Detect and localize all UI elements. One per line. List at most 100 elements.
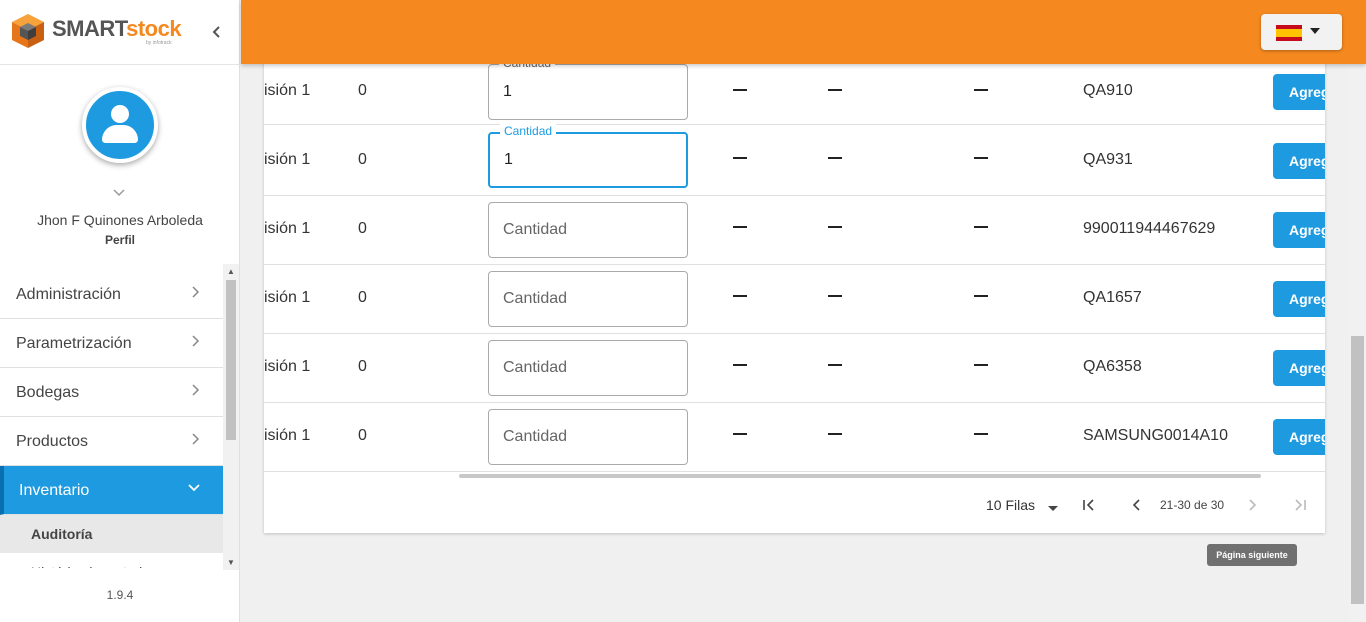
quantity-label: Cantidad <box>500 124 557 138</box>
empty-dash <box>733 433 747 435</box>
page-range: 21-30 de 30 <box>1160 498 1225 512</box>
table-row: isión 1 0 Cantidad 1 QA910 Agregar <box>264 56 1325 125</box>
empty-dash <box>733 226 747 228</box>
quantity-input[interactable]: Cantidad <box>488 271 688 327</box>
chevron-left-icon <box>212 26 220 38</box>
quantity-input[interactable]: Cantidad 1 <box>488 124 688 188</box>
table-row: isión 1 0 Cantidad QA6358 Agregar <box>264 334 1325 403</box>
cell-stock: 0 <box>358 220 367 237</box>
sidebar-scrollbar[interactable]: ▲ ▼ <box>223 264 239 570</box>
empty-dash <box>974 157 988 159</box>
cell-serial: QA931 <box>1083 151 1133 168</box>
chevron-right-icon <box>191 319 201 368</box>
scrollbar-thumb[interactable] <box>1351 336 1364 604</box>
table-row: isión 1 0 Cantidad SAMSUNG0014A10 Agrega… <box>264 403 1325 472</box>
user-icon-head <box>111 105 129 123</box>
table-row: isión 1 0 Cantidad QA1657 Agregar <box>264 265 1325 334</box>
sidebar-item-label: Inventario <box>19 482 90 499</box>
quantity-value: 1 <box>503 83 512 100</box>
sidebar-item-label: Productos <box>16 433 89 450</box>
add-button[interactable]: Agregar <box>1273 419 1325 455</box>
sidebar-item-label: Bodegas <box>16 384 80 401</box>
cell-serial: QA6358 <box>1083 358 1142 375</box>
table-pagination: 10 Filas 21-30 de 30 <box>264 478 1325 533</box>
chevron-right-icon <box>191 417 201 466</box>
avatar[interactable] <box>82 87 158 163</box>
rows-per-page-select[interactable]: 10 Filas <box>986 497 1035 513</box>
sidebar-item-bodegas[interactable]: Bodegas <box>0 368 223 417</box>
sidebar-item-label: Administración <box>16 286 121 303</box>
empty-dash <box>828 364 842 366</box>
chevron-down-icon[interactable] <box>112 186 126 200</box>
collapse-sidebar-button[interactable] <box>206 22 226 42</box>
page-scrollbar[interactable] <box>1349 64 1366 622</box>
scroll-up-arrow-icon[interactable]: ▲ <box>227 267 235 276</box>
first-page-icon[interactable] <box>1080 496 1098 519</box>
logo-text: SMARTstock <box>52 16 182 42</box>
quantity-input[interactable]: Cantidad <box>488 409 688 465</box>
user-icon-body <box>102 125 138 143</box>
sidebar-menu: Administración Parametrización Bodegas P… <box>0 270 223 568</box>
cell-serial: QA910 <box>1083 82 1133 99</box>
language-selector[interactable] <box>1261 14 1342 50</box>
cell-stock: 0 <box>358 151 367 168</box>
empty-dash <box>974 364 988 366</box>
empty-dash <box>733 89 747 91</box>
cell-bodega: isión 1 <box>264 82 311 99</box>
empty-dash <box>828 89 842 91</box>
sidebar-item-inventario[interactable]: Inventario <box>0 466 223 515</box>
sidebar-item-administracion[interactable]: Administración <box>0 270 223 319</box>
quantity-input[interactable]: Cantidad <box>488 202 688 258</box>
cell-serial: 990011944467629 <box>1083 220 1216 237</box>
add-button[interactable]: Agregar <box>1273 74 1325 110</box>
empty-dash <box>974 89 988 91</box>
scroll-down-arrow-icon[interactable]: ▼ <box>227 558 235 567</box>
empty-dash <box>733 157 747 159</box>
quantity-placeholder: Cantidad <box>503 290 568 307</box>
empty-dash <box>733 295 747 297</box>
quantity-placeholder: Cantidad <box>503 359 568 376</box>
scrollbar-thumb[interactable] <box>226 280 236 440</box>
empty-dash <box>733 364 747 366</box>
profile-link[interactable]: Perfil <box>0 233 240 247</box>
cell-stock: 0 <box>358 289 367 306</box>
sidebar: SMARTstock by infotrack Jhon F Quinones … <box>0 0 240 622</box>
caret-down-icon[interactable] <box>1048 506 1058 511</box>
top-bar <box>241 0 1366 64</box>
sidebar-item-productos[interactable]: Productos <box>0 417 223 466</box>
add-button[interactable]: Agregar <box>1273 212 1325 248</box>
logo-sub: by infotrack <box>146 40 172 46</box>
logo-smart: SMART <box>52 16 127 41</box>
table-row: isión 1 0 Cantidad 990011944467629 Agreg… <box>264 196 1325 265</box>
chevron-right-icon <box>191 368 201 417</box>
sidebar-item-label: Parametrización <box>16 335 132 352</box>
add-button[interactable]: Agregar <box>1273 281 1325 317</box>
cell-stock: 0 <box>358 358 367 375</box>
logo-cube-icon <box>12 14 44 48</box>
cell-bodega: isión 1 <box>264 220 311 237</box>
empty-dash <box>828 226 842 228</box>
cell-bodega: isión 1 <box>264 151 311 168</box>
empty-dash <box>974 295 988 297</box>
next-page-icon[interactable] <box>1243 496 1261 519</box>
previous-page-icon[interactable] <box>1128 496 1146 519</box>
add-button[interactable]: Agregar <box>1273 350 1325 386</box>
quantity-input[interactable]: Cantidad <box>488 340 688 396</box>
empty-dash <box>828 295 842 297</box>
caret-down-icon <box>1310 28 1320 34</box>
cell-bodega: isión 1 <box>264 289 311 306</box>
sidebar-subitem-auditoria[interactable]: Auditoría <box>0 515 223 553</box>
inventory-table-card: isión 1 0 Cantidad 1 QA910 Agregar isión… <box>264 56 1325 533</box>
quantity-value: 1 <box>504 151 513 168</box>
cell-serial: SAMSUNG0014A10 <box>1083 427 1228 444</box>
empty-dash <box>828 157 842 159</box>
chevron-right-icon <box>191 270 201 319</box>
add-button[interactable]: Agregar <box>1273 143 1325 179</box>
cell-bodega: isión 1 <box>264 358 311 375</box>
sidebar-item-parametrizacion[interactable]: Parametrización <box>0 319 223 368</box>
logo-bar: SMARTstock by infotrack <box>0 0 240 65</box>
last-page-icon[interactable] <box>1291 496 1309 519</box>
empty-dash <box>974 226 988 228</box>
quantity-input[interactable]: Cantidad 1 <box>488 56 688 120</box>
sidebar-subitem-historico-inventario[interactable]: Histórico inventario <box>0 553 223 568</box>
